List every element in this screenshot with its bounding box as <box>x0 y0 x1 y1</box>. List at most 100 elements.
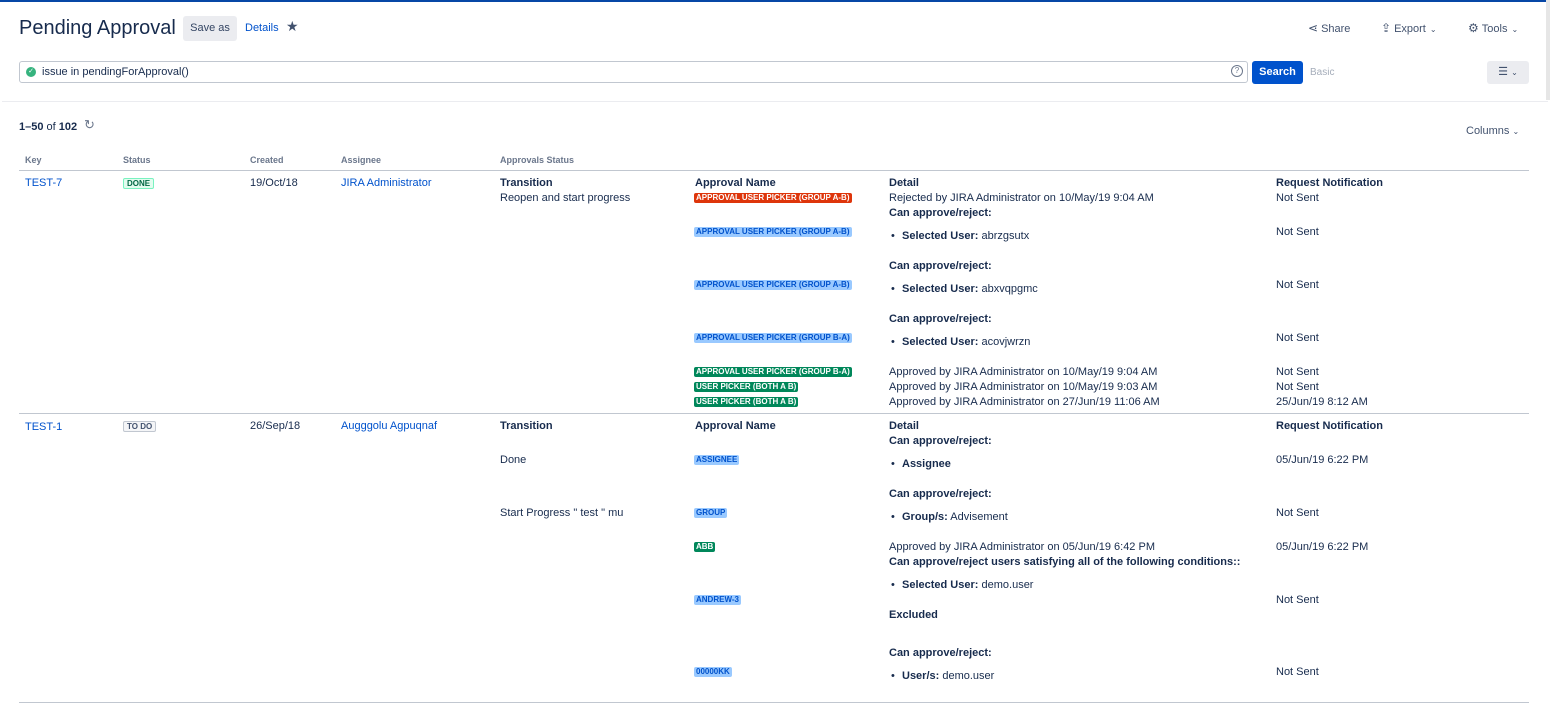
column-header-key[interactable]: Key <box>25 155 42 165</box>
can-approve-label: Can approve/reject: <box>889 207 992 219</box>
basic-search-link[interactable]: Basic <box>1310 67 1334 78</box>
request-notification-header: Request Notification <box>1276 420 1383 432</box>
issue-key-link[interactable]: TEST-1 <box>25 421 62 433</box>
transition-header: Transition <box>500 420 553 432</box>
approver-item: Group/s: Advisement <box>891 511 1008 523</box>
transition-name: Reopen and start progress <box>500 192 631 204</box>
approval-name-badge: APPROVAL USER PICKER (GROUP B-A) <box>694 333 852 343</box>
approver-item: Selected User: abrzgsutx <box>891 230 1029 242</box>
column-header-approvals-status[interactable]: Approvals Status <box>500 155 574 165</box>
gear-icon: ⚙ <box>1468 21 1479 35</box>
results-total: 102 <box>58 121 78 133</box>
can-approve-label: Can approve/reject: <box>889 435 992 447</box>
header-divider <box>2 101 1548 102</box>
chevron-down-icon: ⌄ <box>1512 127 1520 136</box>
approval-detail: Rejected by JIRA Administrator on 10/May… <box>889 192 1154 204</box>
results-of: of <box>46 121 56 133</box>
export-label: Export <box>1394 23 1426 35</box>
status-badge: DONE <box>123 178 155 189</box>
column-header-created[interactable]: Created <box>250 155 284 165</box>
approver-label: User/s: <box>902 670 940 682</box>
request-notification: Not Sent <box>1276 381 1319 393</box>
page-scrollbar[interactable] <box>1546 0 1550 100</box>
column-header-status[interactable]: Status <box>123 155 151 165</box>
approver-value: demo.user <box>942 670 995 682</box>
results-count: 1–50 of 102 <box>19 121 77 133</box>
valid-query-check-icon: ✓ <box>26 67 36 77</box>
approver-item: Selected User: demo.user <box>891 579 1034 591</box>
search-button[interactable]: Search <box>1252 61 1303 84</box>
detail-header: Detail <box>889 420 919 432</box>
detail-header: Detail <box>889 177 919 189</box>
tools-label: Tools <box>1481 23 1508 35</box>
can-approve-label: Can approve/reject: <box>889 260 992 272</box>
list-view-icon: ☰ <box>1498 66 1509 78</box>
approver-item: Selected User: acovjwrzn <box>891 336 1031 348</box>
share-button[interactable]: ⋖ Share <box>1308 21 1350 35</box>
chevron-down-icon: ⌄ <box>1429 25 1437 34</box>
share-label: Share <box>1321 23 1351 35</box>
details-link[interactable]: Details <box>245 22 279 34</box>
request-notification: Not Sent <box>1276 666 1319 678</box>
approver-label: Selected User: <box>902 579 979 591</box>
top-accent-line <box>0 0 1550 2</box>
table-header-divider <box>19 170 1529 171</box>
column-header-assignee[interactable]: Assignee <box>341 155 381 165</box>
tools-button[interactable]: ⚙ Tools ⌄ <box>1468 21 1518 35</box>
row-divider <box>19 702 1529 703</box>
results-range: 1–50 <box>19 121 44 133</box>
approval-name-badge: USER PICKER (BOTH A B) <box>694 382 799 392</box>
approver-label: Selected User: <box>902 283 979 295</box>
request-notification-header: Request Notification <box>1276 177 1383 189</box>
view-options-button[interactable]: ☰ ⌄ <box>1487 61 1529 84</box>
approval-name-badge: APPROVAL USER PICKER (GROUP B-A) <box>694 367 852 377</box>
refresh-icon[interactable]: ↻ <box>84 117 95 133</box>
page-title: Pending Approval <box>19 17 176 39</box>
row-divider <box>19 413 1529 414</box>
export-button[interactable]: ⇪ Export ⌄ <box>1381 21 1437 35</box>
approval-name-badge: 00000KK <box>694 667 732 677</box>
issue-key-link[interactable]: TEST-7 <box>25 177 62 189</box>
jql-search-input[interactable]: ✓ issue in pendingForApproval() ? <box>19 61 1248 83</box>
approval-name-badge: ABB <box>694 542 716 552</box>
approval-name-badge: APPROVAL USER PICKER (GROUP A-B) <box>694 280 852 290</box>
approval-name-badge: USER PICKER (BOTH A B) <box>694 397 799 407</box>
approval-detail: Approved by JIRA Administrator on 05/Jun… <box>889 541 1155 553</box>
approval-name-badge: APPROVAL USER PICKER (GROUP A-B) <box>694 227 852 237</box>
assignee-link[interactable]: JIRA Administrator <box>341 177 431 189</box>
approver-item: Selected User: abxvqpgmc <box>891 283 1038 295</box>
transition-name: Done <box>500 454 527 466</box>
approval-detail: Approved by JIRA Administrator on 10/May… <box>889 381 1158 393</box>
approver-label: Group/s: <box>902 511 948 523</box>
approver-value: acovjwrzn <box>981 336 1031 348</box>
approver-value: abxvqpgmc <box>981 283 1038 295</box>
columns-button[interactable]: Columns ⌄ <box>1466 125 1519 137</box>
request-notification: Not Sent <box>1276 594 1319 606</box>
request-notification: 25/Jun/19 8:12 AM <box>1276 396 1368 408</box>
assignee-link[interactable]: Augggolu Agpuqnaf <box>341 420 437 432</box>
help-icon[interactable]: ? <box>1231 65 1243 77</box>
approval-name-badge: GROUP <box>694 508 728 518</box>
approval-detail: Approved by JIRA Administrator on 27/Jun… <box>889 396 1160 408</box>
status-badge: TO DO <box>123 421 157 432</box>
favourite-star-icon[interactable]: ★ <box>286 18 299 35</box>
request-notification: Not Sent <box>1276 366 1319 378</box>
can-approve-label: Can approve/reject: <box>889 488 992 500</box>
export-icon: ⇪ <box>1381 21 1392 35</box>
request-notification: Not Sent <box>1276 332 1319 344</box>
created-date: 19/Oct/18 <box>250 177 298 189</box>
transition-name: Start Progress " test " mu <box>500 507 624 519</box>
excluded-label: Excluded <box>889 609 938 621</box>
request-notification: 05/Jun/19 6:22 PM <box>1276 454 1369 466</box>
approver-label: Selected User: <box>902 230 979 242</box>
approver-label: Assignee <box>902 458 951 470</box>
share-icon: ⋖ <box>1308 21 1319 35</box>
approval-detail: Approved by JIRA Administrator on 10/May… <box>889 366 1158 378</box>
approval-name-badge: ASSIGNEE <box>694 455 740 465</box>
save-as-button[interactable]: Save as <box>183 16 237 41</box>
approver-value: demo.user <box>981 579 1034 591</box>
jql-query-text[interactable]: issue in pendingForApproval() <box>42 66 189 78</box>
chevron-down-icon: ⌄ <box>1511 68 1518 77</box>
request-notification: Not Sent <box>1276 226 1319 238</box>
approver-label: Selected User: <box>902 336 979 348</box>
